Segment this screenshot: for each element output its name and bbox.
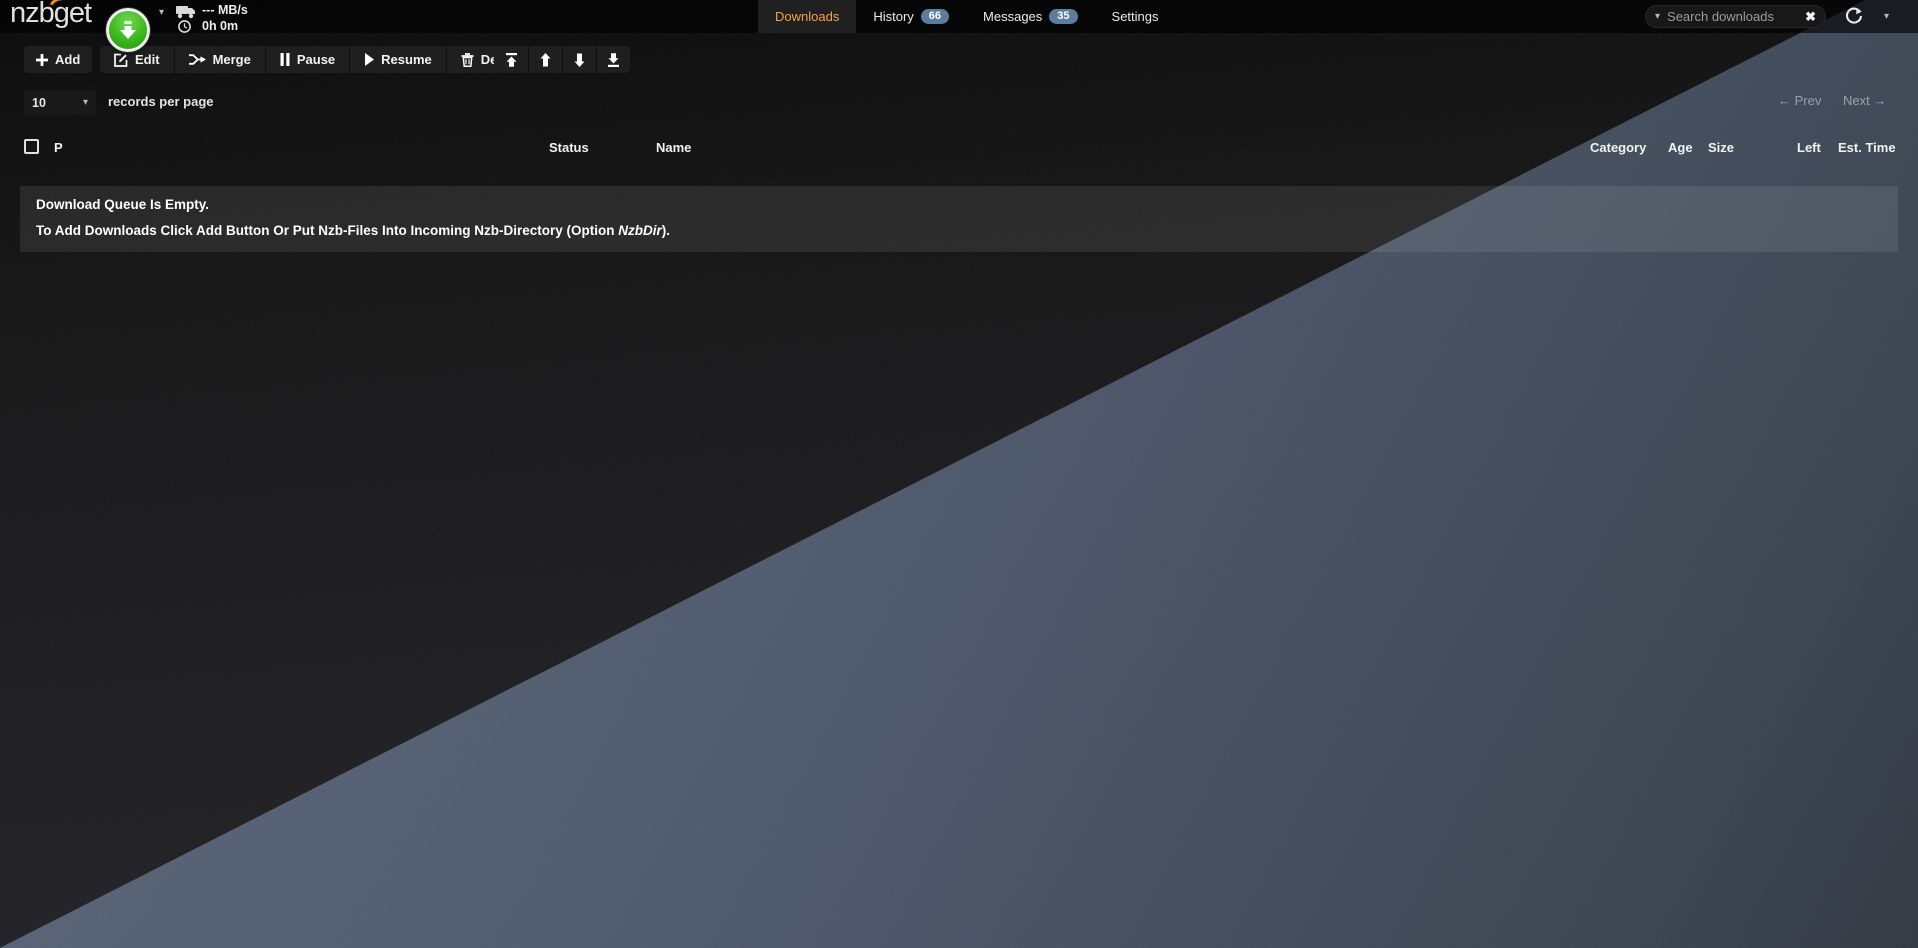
column-header-category[interactable]: Category — [1590, 140, 1646, 155]
column-header-est-time[interactable]: Est. Time — [1838, 140, 1896, 155]
add-button[interactable]: Add — [24, 46, 92, 73]
download-play-button[interactable] — [106, 8, 150, 52]
messages-count-badge: 35 — [1049, 9, 1077, 24]
download-speed: --- MB/s — [202, 3, 248, 17]
clock-icon — [178, 20, 191, 33]
pause-button[interactable]: Pause — [265, 46, 349, 73]
select-chevron-down-icon: ▾ — [83, 97, 88, 108]
download-arrow-icon — [119, 20, 137, 40]
trash-icon — [461, 53, 474, 67]
pagination-prev[interactable]: ← Prev — [1778, 93, 1821, 108]
search-filter-chevron-icon[interactable]: ▾ — [1655, 11, 1660, 22]
empty-queue-hint-suffix: ). — [662, 223, 670, 238]
nzbget-logo[interactable]: nzbget — [10, 0, 91, 30]
move-bottom-button[interactable] — [596, 46, 630, 73]
records-per-page-value: 10 — [32, 96, 83, 110]
tab-settings[interactable]: Settings — [1095, 0, 1176, 33]
empty-queue-panel: Download Queue Is Empty. To Add Download… — [20, 186, 1898, 252]
records-per-page-label: records per page — [108, 94, 214, 109]
merge-button[interactable]: Merge — [174, 46, 265, 73]
edit-icon — [114, 53, 128, 67]
column-header-status[interactable]: Status — [549, 140, 589, 155]
empty-queue-hint-prefix: To Add Downloads Click Add Button Or Put… — [36, 223, 618, 238]
add-button-label: Add — [55, 52, 80, 67]
top-navbar: nzbget ▾ --- MB/s 0h 0m Downloads Histor… — [0, 0, 1918, 33]
move-top-icon — [505, 53, 518, 67]
move-down-button[interactable] — [562, 46, 596, 73]
column-header-left[interactable]: Left — [1797, 140, 1821, 155]
move-up-button[interactable] — [528, 46, 562, 73]
edit-button-label: Edit — [135, 52, 160, 67]
speed-truck-icon — [176, 6, 197, 19]
search-box: ▾ ✖ — [1645, 5, 1826, 28]
search-clear-icon[interactable]: ✖ — [1805, 10, 1816, 23]
arrow-down-icon — [573, 53, 586, 67]
column-header-priority[interactable]: P — [54, 140, 63, 155]
merge-button-label: Merge — [213, 52, 251, 67]
tab-downloads[interactable]: Downloads — [758, 0, 856, 33]
tab-messages[interactable]: Messages 35 — [966, 0, 1095, 33]
tab-history[interactable]: History 66 — [856, 0, 966, 33]
chevron-down-icon[interactable]: ▾ — [159, 7, 164, 18]
arrow-up-icon — [539, 53, 552, 67]
tab-settings-label: Settings — [1112, 9, 1159, 24]
tab-downloads-label: Downloads — [775, 9, 839, 24]
move-top-button[interactable] — [494, 46, 528, 73]
pause-button-label: Pause — [297, 52, 335, 67]
time-remaining: 0h 0m — [202, 19, 238, 33]
records-per-page-select[interactable]: 10 ▾ — [24, 90, 96, 115]
nav-tabs: Downloads History 66 Messages 35 Setting… — [758, 0, 1176, 33]
select-all-checkbox[interactable] — [24, 139, 39, 154]
move-actions-group — [494, 46, 630, 73]
queue-actions-group: Edit Merge Pause Resume Delete — [100, 46, 534, 73]
search-input[interactable] — [1667, 9, 1805, 24]
history-count-badge: 66 — [921, 9, 949, 24]
column-header-name[interactable]: Name — [656, 140, 691, 155]
play-icon — [364, 53, 374, 66]
empty-queue-title: Download Queue Is Empty. — [36, 197, 209, 212]
column-header-age[interactable]: Age — [1668, 140, 1693, 155]
plus-icon — [36, 54, 48, 66]
merge-icon — [189, 53, 206, 66]
resume-button[interactable]: Resume — [349, 46, 446, 73]
tab-messages-label: Messages — [983, 9, 1042, 24]
pagination-next[interactable]: Next → — [1843, 93, 1886, 108]
empty-queue-hint: To Add Downloads Click Add Button Or Put… — [36, 223, 670, 238]
tab-history-label: History — [873, 9, 913, 24]
empty-queue-option-name: NzbDir — [618, 223, 662, 238]
move-bottom-icon — [607, 53, 620, 67]
resume-button-label: Resume — [381, 52, 432, 67]
refresh-icon[interactable] — [1845, 7, 1863, 25]
pause-icon — [280, 53, 290, 66]
menu-chevron-down-icon[interactable]: ▾ — [1884, 11, 1889, 22]
column-header-size[interactable]: Size — [1708, 140, 1734, 155]
